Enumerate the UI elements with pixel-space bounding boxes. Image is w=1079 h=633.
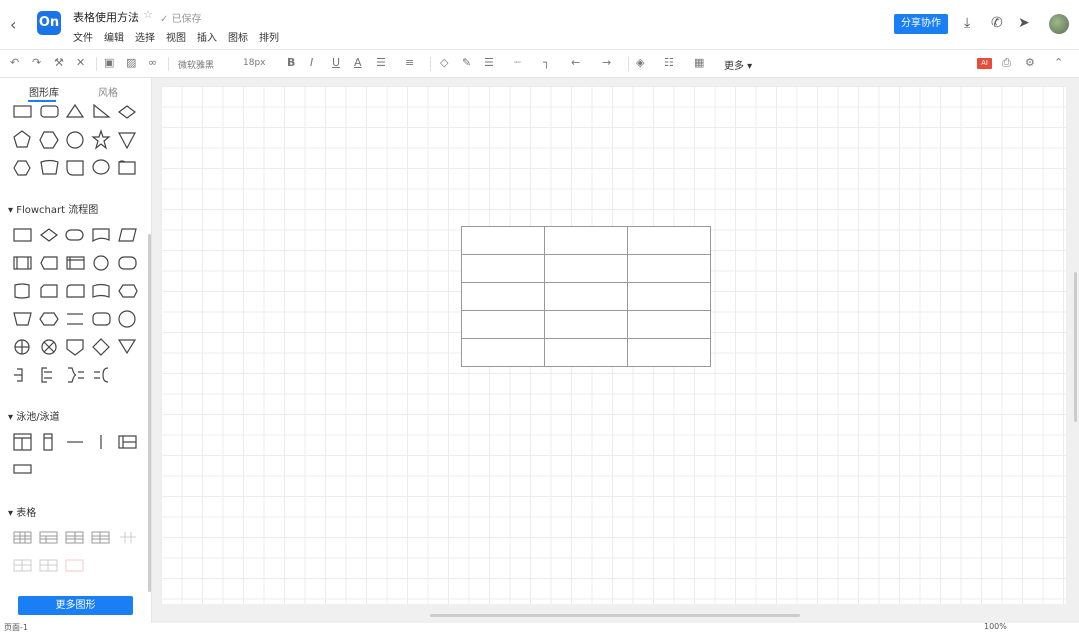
toolbar-divider <box>168 57 169 71</box>
table-cell[interactable] <box>461 338 545 367</box>
toolbar-divider <box>628 57 629 71</box>
line-style-icon[interactable]: ☰ <box>484 56 494 69</box>
fill-icon[interactable]: ◇ <box>440 56 448 69</box>
menu-view[interactable]: 视图 <box>166 29 186 44</box>
toolbar-divider <box>430 57 431 71</box>
underline-icon[interactable]: U <box>332 56 340 69</box>
table-cell[interactable] <box>544 310 628 339</box>
app-header: ‹ On 表格使用方法 ☆ ✓ 已保存 文件 编辑 选择 视图 插入 图标 排列… <box>0 0 1079 50</box>
table-cell[interactable] <box>544 338 628 367</box>
table-cell[interactable] <box>627 226 711 255</box>
arrow-end-icon[interactable]: → <box>602 56 611 69</box>
download-icon[interactable]: ⤓ <box>964 15 970 31</box>
table-cell[interactable] <box>461 310 545 339</box>
clear-format-icon[interactable]: ✕ <box>76 56 85 69</box>
bold-icon[interactable]: B <box>287 56 295 69</box>
font-size-select[interactable]: 18px <box>243 58 266 68</box>
grid-icon[interactable]: ▦ <box>694 56 704 69</box>
table-cell[interactable] <box>461 254 545 283</box>
connector-icon[interactable]: ┐ <box>543 56 550 69</box>
table-cell[interactable] <box>544 226 628 255</box>
menu-select[interactable]: 选择 <box>135 29 155 44</box>
menu-insert[interactable]: 插入 <box>197 29 217 44</box>
share-button[interactable]: 分享协作 <box>894 14 948 34</box>
phone-icon[interactable]: ✆ <box>991 15 1003 31</box>
toolbar-divider <box>96 57 97 71</box>
avatar[interactable] <box>1049 14 1069 34</box>
italic-icon[interactable]: I <box>310 56 313 69</box>
app-logo[interactable]: On <box>37 11 61 35</box>
page-settings-icon[interactable]: ⎙ <box>1002 56 1011 70</box>
format-toolbar: ↶ ↷ ⚒ ✕ ▣ ▨ ∞ 微软雅黑 18px B I U A ☰ ≡ ◇ ✎ … <box>0 50 1079 78</box>
link-icon[interactable]: ∞ <box>148 56 157 69</box>
table-element[interactable] <box>461 226 711 367</box>
status-bar: 页面-1 100% <box>0 622 1079 633</box>
table-cell[interactable] <box>544 282 628 311</box>
menu-file[interactable]: 文件 <box>73 29 93 44</box>
font-family-select[interactable]: 微软雅黑 <box>178 58 214 71</box>
send-icon[interactable]: ➤ <box>1018 15 1030 31</box>
undo-icon[interactable]: ↶ <box>10 56 19 69</box>
shape-library-sidebar: 图形库 风格 ▾ Flowchart 流程图 ▾ 泳池/泳道 ▾ 表格 更多图形 <box>0 78 152 623</box>
shape-icon[interactable]: ▣ <box>104 56 114 69</box>
align-objects-icon[interactable]: ☷ <box>664 56 674 69</box>
table-row <box>461 226 711 255</box>
list-icon[interactable]: ☰ <box>376 56 386 69</box>
line-dash-icon[interactable]: ┈ <box>514 56 521 69</box>
table-cell[interactable] <box>627 282 711 311</box>
table-cell[interactable] <box>461 226 545 255</box>
document-title[interactable]: 表格使用方法 <box>73 9 139 25</box>
font-color-icon[interactable]: A <box>354 56 362 69</box>
table-row <box>461 338 711 367</box>
sidebar-scrollbar[interactable] <box>148 234 151 592</box>
table-cell[interactable] <box>627 338 711 367</box>
table-row <box>461 282 711 311</box>
canvas-vertical-scrollbar[interactable] <box>1074 272 1077 422</box>
save-status: ✓ 已保存 <box>160 14 202 25</box>
star-icon[interactable]: ☆ <box>143 8 153 21</box>
settings-sliders-icon[interactable]: ⚙ <box>1025 56 1035 69</box>
table-header-shape[interactable] <box>39 531 58 544</box>
arrow-start-icon[interactable]: ← <box>571 56 580 69</box>
collapse-icon[interactable]: ⌃ <box>1054 56 1063 69</box>
layer-icon[interactable]: ◈ <box>636 56 644 69</box>
table-cell[interactable] <box>627 310 711 339</box>
table-row <box>461 310 711 339</box>
more-shapes-button[interactable]: 更多图形 <box>18 596 133 615</box>
page-tab[interactable]: 页面-1 <box>4 622 28 633</box>
save-status-text: 已保存 <box>171 14 202 25</box>
ai-button[interactable]: AI <box>977 58 992 69</box>
menu-arrange[interactable]: 排列 <box>259 29 279 44</box>
redo-icon[interactable]: ↷ <box>32 56 41 69</box>
format-painter-icon[interactable]: ⚒ <box>54 56 64 69</box>
main-menu: 文件 编辑 选择 视图 插入 图标 排列 <box>73 29 290 44</box>
image-icon[interactable]: ▨ <box>126 56 136 69</box>
menu-icon[interactable]: 图标 <box>228 29 248 44</box>
table-cell[interactable] <box>544 254 628 283</box>
table-row <box>461 254 711 283</box>
line-color-icon[interactable]: ✎ <box>462 56 471 69</box>
zoom-level[interactable]: 100% <box>984 622 1007 631</box>
table-3x3-shape[interactable] <box>13 531 32 544</box>
table-cell[interactable] <box>461 282 545 311</box>
menu-edit[interactable]: 编辑 <box>104 29 124 44</box>
table-cell[interactable] <box>627 254 711 283</box>
table-colored-shape[interactable] <box>65 559 84 572</box>
canvas-horizontal-scrollbar[interactable] <box>430 614 800 617</box>
more-label: 更多 <box>724 61 744 72</box>
align-icon[interactable]: ≡ <box>405 56 414 69</box>
table-palette <box>13 531 136 572</box>
back-chevron-icon[interactable]: ‹ <box>10 15 16 34</box>
more-button[interactable]: 更多 ▾ <box>724 57 752 72</box>
